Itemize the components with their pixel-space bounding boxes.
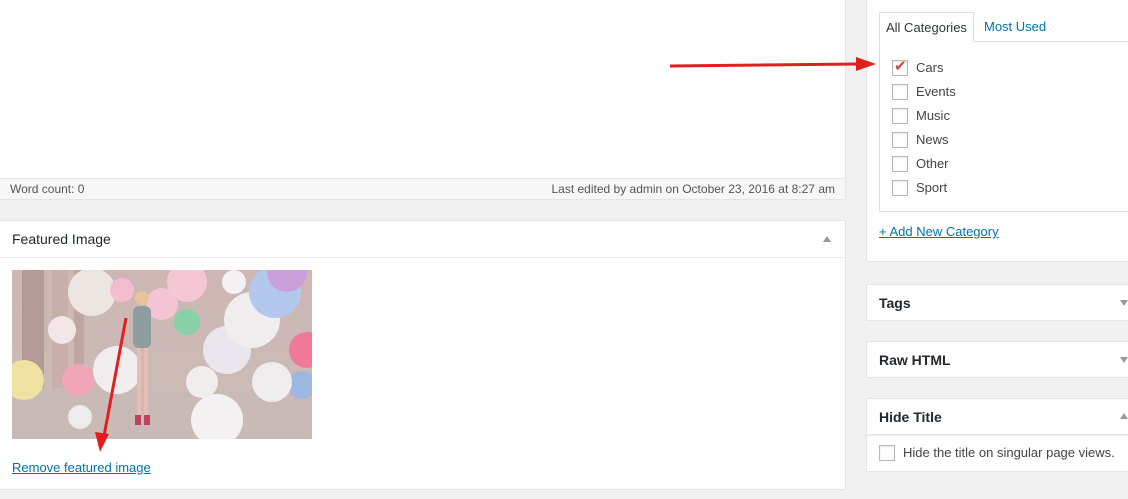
hide-title-checkbox[interactable] [879, 445, 895, 461]
raw-html-title: Raw HTML [879, 352, 951, 368]
triangle-up-icon[interactable] [1120, 413, 1128, 419]
featured-image-box: Featured Image Remove featured image [0, 220, 846, 490]
category-checklist: ✔ Cars Events Music News Other Sport [879, 41, 1128, 212]
triangle-down-icon[interactable] [1120, 300, 1128, 306]
category-label: Events [916, 84, 956, 99]
word-count: Word count: 0 [10, 182, 85, 196]
collapse-toggle-icon[interactable] [823, 236, 831, 242]
category-label: Cars [916, 60, 944, 75]
content-editor[interactable] [0, 0, 846, 178]
featured-image-title: Featured Image [12, 231, 111, 247]
category-checkbox[interactable]: ✔ [892, 58, 908, 76]
category-checkbox[interactable] [892, 132, 908, 148]
hide-title-box[interactable]: Hide Title [866, 398, 1128, 435]
tags-title: Tags [879, 295, 911, 311]
category-checkbox[interactable] [892, 108, 908, 124]
editor-status-bar: Word count: 0 Last edited by admin on Oc… [0, 178, 846, 200]
remove-featured-image-link[interactable]: Remove featured image [12, 460, 151, 475]
category-checkbox[interactable] [892, 156, 908, 172]
category-label: News [916, 132, 949, 147]
tags-box[interactable]: Tags [866, 284, 1128, 321]
post-editor-page: Word count: 0 Last edited by admin on Oc… [0, 0, 1128, 499]
category-label: Music [916, 108, 950, 123]
tab-most-used[interactable]: Most Used [979, 12, 1052, 42]
categories-box: All Categories Most Used ✔ Cars Events M… [866, 0, 1128, 262]
hide-title-label: Hide the title on singular page views. [903, 445, 1115, 460]
checkmark-icon: ✔ [894, 58, 907, 75]
raw-html-box[interactable]: Raw HTML [866, 341, 1128, 378]
tab-all-categories[interactable]: All Categories [879, 12, 974, 42]
category-checkbox[interactable] [892, 84, 908, 100]
triangle-down-icon[interactable] [1120, 357, 1128, 363]
featured-image-thumbnail[interactable] [12, 270, 312, 439]
category-label: Sport [916, 180, 948, 195]
last-edited-info: Last edited by admin on October 23, 2016… [551, 182, 835, 196]
hide-title-title: Hide Title [879, 409, 942, 425]
add-new-category-link[interactable]: + Add New Category [879, 224, 999, 239]
category-checkbox[interactable] [892, 180, 908, 196]
featured-image-header[interactable]: Featured Image [0, 221, 845, 258]
balloons-photo [12, 270, 312, 439]
hide-title-option: Hide the title on singular page views. [866, 435, 1128, 472]
category-label: Other [916, 156, 949, 171]
